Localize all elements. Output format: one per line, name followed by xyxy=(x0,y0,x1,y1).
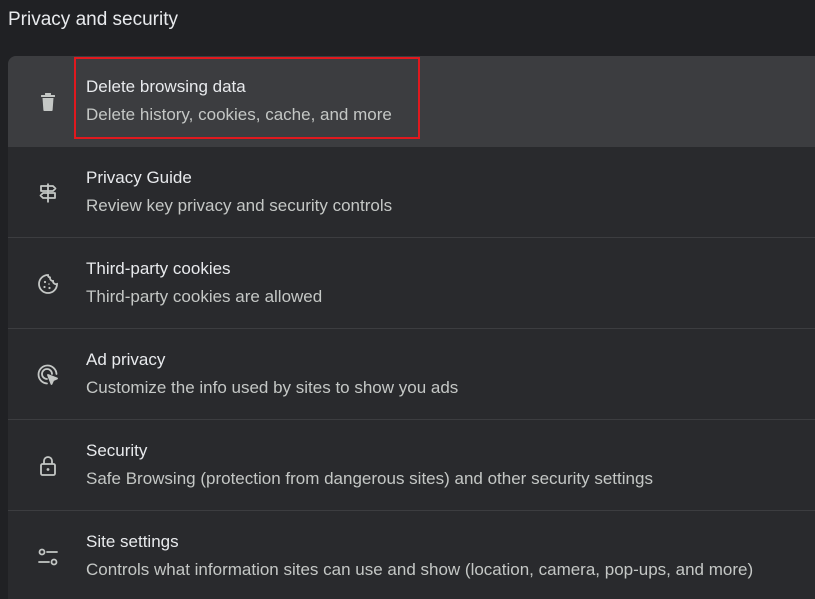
row-subtitle: Delete history, cookies, cache, and more xyxy=(86,105,392,124)
privacy-security-card: Delete browsing data Delete history, coo… xyxy=(8,56,815,599)
row-subtitle: Safe Browsing (protection from dangerous… xyxy=(86,469,653,488)
row-title: Third-party cookies xyxy=(86,259,231,278)
signpost-icon xyxy=(36,181,60,205)
row-subtitle: Review key privacy and security controls xyxy=(86,196,393,215)
trash-icon xyxy=(36,90,60,114)
settings-row-security[interactable]: Security Safe Browsing (protection from … xyxy=(8,420,815,511)
settings-row-third-party-cookies[interactable]: Third-party cookies Third-party cookies … xyxy=(8,238,815,329)
settings-row-delete-browsing-data[interactable]: Delete browsing data Delete history, coo… xyxy=(8,56,815,147)
row-title: Site settings xyxy=(86,532,179,551)
section-title: Privacy and security xyxy=(8,9,179,30)
settings-row-site-settings[interactable]: Site settings Controls what information … xyxy=(8,511,815,599)
cookie-icon xyxy=(36,272,60,296)
settings-row-ad-privacy[interactable]: Ad privacy Customize the info used by si… xyxy=(8,329,815,420)
row-subtitle: Controls what information sites can use … xyxy=(86,560,754,579)
row-title: Security xyxy=(86,441,148,460)
settings-page: Privacy and security Delete browsing dat… xyxy=(0,0,815,599)
tune-icon xyxy=(36,545,60,569)
row-title: Delete browsing data xyxy=(86,77,246,96)
row-title: Privacy Guide xyxy=(86,168,192,187)
settings-row-privacy-guide[interactable]: Privacy Guide Review key privacy and sec… xyxy=(8,147,815,238)
row-title: Ad privacy xyxy=(86,350,166,369)
lock-icon xyxy=(36,454,60,478)
row-subtitle: Customize the info used by sites to show… xyxy=(86,378,459,397)
ad-privacy-icon xyxy=(36,363,60,387)
row-subtitle: Third-party cookies are allowed xyxy=(86,287,323,306)
